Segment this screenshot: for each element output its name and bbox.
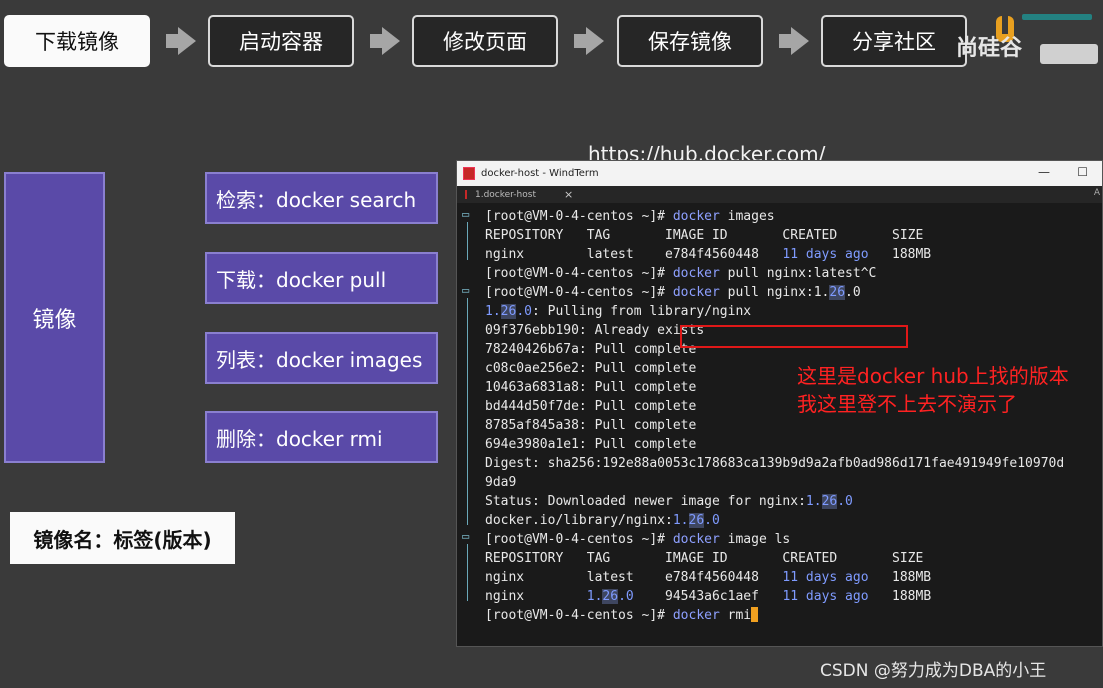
- terminal-line: bd444d50f7de: Pull complete: [485, 399, 697, 414]
- terminal-line: [root@VM-0-4-centos ~]# docker rmi: [485, 606, 759, 625]
- windterm-app-icon: [463, 167, 475, 180]
- flow-step-download: 下载镜像: [4, 15, 150, 67]
- tab-bar-right-label: A: [1093, 188, 1100, 198]
- terminal-line: docker.io/library/nginx:1.26.0: [485, 513, 720, 528]
- window-titlebar[interactable]: docker-host - WindTerm — ☐: [457, 161, 1102, 186]
- arrow-right-icon: [779, 27, 809, 55]
- pull-command-box: 下载：docker pull: [205, 252, 438, 304]
- tab-bar: 1.docker-host × A: [457, 186, 1102, 203]
- cursor: [751, 607, 759, 622]
- minimize-icon[interactable]: —: [1038, 165, 1050, 179]
- terminal-line: 10463a6831a8: Pull complete: [485, 380, 697, 395]
- arrow-right-icon: [574, 27, 604, 55]
- terminal-line: 694e3980a1e1: Pull complete: [485, 437, 697, 452]
- arrow-right-icon: [166, 27, 196, 55]
- fold-marker-icon: ▭: [462, 207, 470, 221]
- window-title: docker-host - WindTerm: [481, 168, 599, 179]
- terminal-line: c08c0ae256e2: Pull complete: [485, 361, 697, 376]
- flow-step-share: 分享社区: [821, 15, 967, 67]
- csdn-watermark: CSDN @努力成为DBA的小王: [820, 661, 1047, 681]
- terminal-line: nginx 1.26.0 94543a6c1aef 11 days ago 18…: [485, 589, 932, 604]
- close-icon[interactable]: ×: [564, 188, 573, 201]
- watermark-text: 尚硅谷: [956, 36, 1023, 61]
- terminal-line: Digest: sha256:192e88a0053c178683ca139b9…: [485, 456, 1065, 471]
- terminal-line: Status: Downloaded newer image for nginx…: [485, 494, 853, 509]
- rmi-command-box: 删除：docker rmi: [205, 411, 438, 463]
- terminal-line: [root@VM-0-4-centos ~]# docker image ls: [485, 532, 791, 547]
- flow-step-save: 保存镜像: [617, 15, 763, 67]
- tab-indicator: [465, 190, 467, 199]
- fold-line: [467, 298, 468, 525]
- terminal-line: [root@VM-0-4-centos ~]# docker images: [485, 209, 775, 224]
- terminal-line: 09f376ebb190: Already exists: [485, 323, 705, 338]
- search-command-box: 检索：docker search: [205, 172, 438, 224]
- terminal-line: nginx latest e784f4560448 11 days ago 18…: [485, 247, 932, 262]
- terminal-line: nginx latest e784f4560448 11 days ago 18…: [485, 570, 932, 585]
- image-tag-format-box: 镜像名：标签(版本): [10, 512, 235, 564]
- terminal-output[interactable]: ▭ ▭ ▭ [root@VM-0-4-centos ~]# docker ima…: [457, 205, 1102, 623]
- terminal-line: 8785af845a38: Pull complete: [485, 418, 697, 433]
- fold-marker-icon: ▭: [462, 529, 470, 543]
- arrow-right-icon: [370, 27, 400, 55]
- images-command-box: 列表：docker images: [205, 332, 438, 384]
- tab-docker-host[interactable]: 1.docker-host: [475, 190, 536, 200]
- fold-line: [467, 222, 468, 260]
- annotation-text: 这里是docker hub上找的版本我这里登不上去不演示了: [797, 364, 1069, 416]
- terminal-line: REPOSITORY TAG IMAGE ID CREATED SIZE: [485, 228, 924, 243]
- flow-step-start: 启动容器: [208, 15, 354, 67]
- fold-line: [467, 544, 468, 601]
- maximize-icon[interactable]: ☐: [1077, 165, 1088, 179]
- terminal-line: 9da9: [485, 475, 517, 490]
- terminal-window[interactable]: docker-host - WindTerm — ☐ 1.docker-host…: [456, 160, 1103, 647]
- terminal-line: 78240426b67a: Pull complete: [485, 342, 697, 357]
- terminal-line: [root@VM-0-4-centos ~]# docker pull ngin…: [485, 285, 861, 300]
- highlight-box: [680, 325, 908, 348]
- image-concept-box: 镜像: [4, 172, 105, 463]
- terminal-line: [root@VM-0-4-centos ~]# docker pull ngin…: [485, 266, 877, 281]
- terminal-line: REPOSITORY TAG IMAGE ID CREATED SIZE: [485, 551, 924, 566]
- fold-marker-icon: ▭: [462, 283, 470, 297]
- flow-step-modify: 修改页面: [412, 15, 558, 67]
- terminal-line: 1.26.0: Pulling from library/nginx: [485, 304, 752, 319]
